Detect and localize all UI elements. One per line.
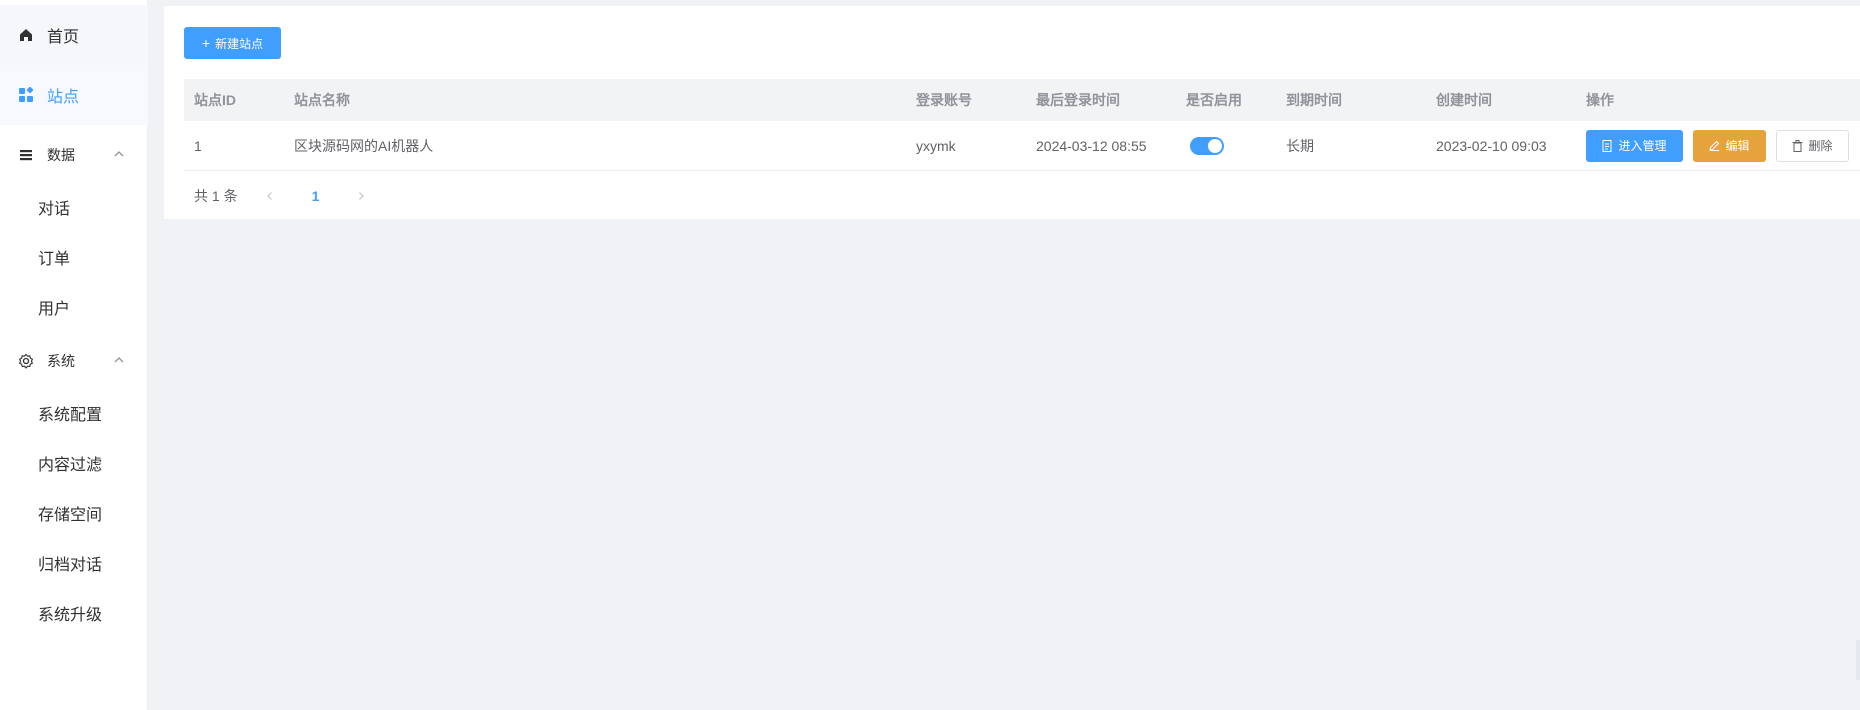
delete-label: 删除	[1808, 139, 1833, 153]
cell-login-account: yxymk	[916, 137, 956, 154]
scroll-edge	[1856, 640, 1860, 680]
sidebar-item-label: 系统配置	[38, 407, 103, 424]
cell-expire: 长期	[1286, 137, 1314, 154]
sidebar-item-label: 归档对话	[38, 557, 103, 574]
pagination: 共 1 条 1	[194, 186, 371, 206]
new-site-button[interactable]: + 新建站点	[184, 27, 281, 59]
sidebar-item-label: 对话	[38, 201, 71, 218]
pagination-page[interactable]: 1	[312, 188, 320, 204]
sidebar-item-content-filter[interactable]: 内容过滤	[0, 438, 148, 488]
sidebar-group-system[interactable]: 系统	[0, 336, 148, 386]
cell-created: 2023-02-10 09:03	[1436, 137, 1547, 154]
enter-management-button[interactable]: 进入管理	[1586, 129, 1683, 162]
sidebar: 首页 站点 数据 对话 订单 用户 系统 系统配置 内容过滤 存储空间 归档对话…	[0, 0, 148, 710]
header-actions: 操作	[1586, 92, 1614, 108]
sidebar-item-label: 站点	[47, 89, 80, 106]
header-created: 创建时间	[1436, 92, 1492, 108]
cell-actions: 进入管理 编辑 删除	[1586, 121, 1859, 170]
gear-icon	[17, 352, 35, 370]
chevron-left-icon[interactable]	[260, 186, 280, 206]
cell-last-login: 2024-03-12 08:55	[1036, 137, 1147, 154]
chevron-right-icon[interactable]	[351, 186, 371, 206]
sidebar-item-label: 内容过滤	[38, 457, 103, 474]
enabled-toggle[interactable]	[1190, 136, 1224, 155]
header-site-id: 站点ID	[194, 92, 236, 108]
plus-icon: +	[201, 35, 211, 51]
sidebar-group-label: 数据	[47, 147, 75, 163]
sidebar-item-label: 系统升级	[38, 607, 103, 624]
trash-icon	[1792, 139, 1803, 152]
sidebar-item-upgrade[interactable]: 系统升级	[0, 588, 148, 638]
sidebar-item-label: 订单	[38, 251, 71, 268]
edit-button[interactable]: 编辑	[1693, 129, 1766, 162]
sidebar-item-conversations[interactable]: 对话	[0, 182, 148, 232]
sidebar-item-archive[interactable]: 归档对话	[0, 538, 148, 588]
delete-button[interactable]: 删除	[1776, 129, 1849, 162]
header-last-login: 最后登录时间	[1036, 92, 1120, 108]
cell-site-name: 区块源码网的AI机器人	[294, 137, 434, 154]
site-list-card: + 新建站点 站点ID 站点名称 登录账号 最后登录时间 是否启用 到期时间 创…	[164, 6, 1860, 219]
sidebar-group-label: 系统	[47, 353, 75, 369]
sidebar-item-orders[interactable]: 订单	[0, 232, 148, 282]
sidebar-item-home[interactable]: 首页	[0, 5, 148, 65]
edit-label: 编辑	[1725, 139, 1750, 153]
document-icon	[1602, 139, 1613, 152]
list-icon	[17, 146, 35, 164]
header-expire: 到期时间	[1286, 92, 1342, 108]
table-row: 1 区块源码网的AI机器人 yxymk 2024-03-12 08:55 长期 …	[184, 121, 1860, 171]
header-enabled: 是否启用	[1186, 92, 1242, 108]
site-table: 站点ID 站点名称 登录账号 最后登录时间 是否启用 到期时间 创建时间 操作 …	[184, 79, 1860, 171]
sidebar-item-label: 存储空间	[38, 507, 103, 524]
sidebar-item-site[interactable]: 站点	[0, 65, 148, 125]
sidebar-group-data[interactable]: 数据	[0, 130, 148, 180]
table-header: 站点ID 站点名称 登录账号 最后登录时间 是否启用 到期时间 创建时间 操作	[184, 79, 1860, 121]
cell-enabled	[1186, 121, 1224, 170]
chevron-up-icon	[112, 147, 126, 161]
sidebar-item-storage[interactable]: 存储空间	[0, 488, 148, 538]
pagination-total: 共 1 条	[194, 188, 238, 204]
header-login-account: 登录账号	[916, 92, 972, 108]
sidebar-item-label: 用户	[38, 301, 71, 318]
home-icon	[17, 26, 35, 44]
edit-icon	[1709, 140, 1720, 151]
sidebar-item-users[interactable]: 用户	[0, 282, 148, 332]
cell-site-id: 1	[194, 137, 202, 154]
header-site-name: 站点名称	[294, 92, 350, 108]
chevron-up-icon	[112, 353, 126, 367]
sidebar-item-system-config[interactable]: 系统配置	[0, 388, 148, 438]
sidebar-item-label: 首页	[47, 29, 80, 46]
apps-icon	[17, 86, 35, 104]
new-site-label: 新建站点	[215, 36, 264, 51]
enter-management-label: 进入管理	[1618, 139, 1667, 153]
